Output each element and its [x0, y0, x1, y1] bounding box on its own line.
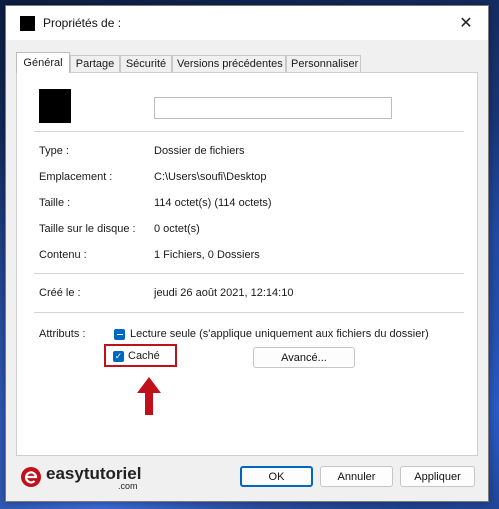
hidden-checkbox[interactable]: ✓ — [113, 351, 124, 362]
size-value: 114 octet(s) (114 octets) — [154, 197, 272, 209]
general-panel: Type : Dossier de fichiers Emplacement :… — [16, 72, 478, 456]
checkmark-icon: ✓ — [114, 351, 123, 361]
divider — [34, 131, 464, 132]
readonly-checkbox[interactable] — [114, 329, 125, 340]
tab-general[interactable]: Général — [16, 52, 70, 73]
folder-icon — [39, 89, 71, 123]
size-label: Taille : — [39, 197, 71, 209]
location-value: C:\Users\soufi\Desktop — [154, 171, 267, 183]
close-button[interactable]: ✕ — [448, 8, 484, 38]
tab-security[interactable]: Sécurité — [120, 55, 172, 72]
type-label: Type : — [39, 145, 69, 157]
apply-button[interactable]: Appliquer — [400, 466, 475, 487]
logo-e-icon — [21, 467, 41, 487]
folder-app-icon — [20, 16, 35, 31]
disk-size-value: 0 octet(s) — [154, 223, 200, 235]
disk-size-label: Taille sur le disque : — [39, 223, 136, 235]
hidden-label: Caché — [128, 350, 160, 362]
location-label: Emplacement : — [39, 171, 113, 183]
window-title: Propriétés de : — [43, 16, 122, 30]
cancel-button[interactable]: Annuler — [320, 466, 393, 487]
folder-name-input[interactable] — [154, 97, 392, 119]
tab-previous-versions[interactable]: Versions précédentes — [172, 55, 286, 72]
tab-customize[interactable]: Personnaliser — [286, 55, 361, 72]
divider — [34, 312, 464, 313]
type-value: Dossier de fichiers — [154, 145, 245, 157]
created-value: jeudi 26 août 2021, 12:14:10 — [154, 287, 294, 299]
tab-sharing[interactable]: Partage — [70, 55, 120, 72]
red-arrow-icon — [137, 377, 161, 415]
readonly-label: Lecture seule (s'applique uniquement aux… — [130, 328, 429, 340]
ok-button[interactable]: OK — [240, 466, 313, 487]
divider — [34, 273, 464, 274]
indeterminate-icon — [116, 333, 123, 336]
contents-label: Contenu : — [39, 249, 87, 261]
properties-dialog: Propriétés de : ✕ Général Partage Sécuri… — [5, 5, 489, 502]
contents-value: 1 Fichiers, 0 Dossiers — [154, 249, 260, 261]
title-bar[interactable]: Propriétés de : ✕ — [6, 6, 488, 40]
created-label: Créé le : — [39, 287, 81, 299]
advanced-button[interactable]: Avancé... — [253, 347, 355, 368]
watermark-sub: .com — [118, 481, 138, 491]
close-icon: ✕ — [459, 15, 473, 32]
attributes-label: Attributs : — [39, 328, 86, 340]
